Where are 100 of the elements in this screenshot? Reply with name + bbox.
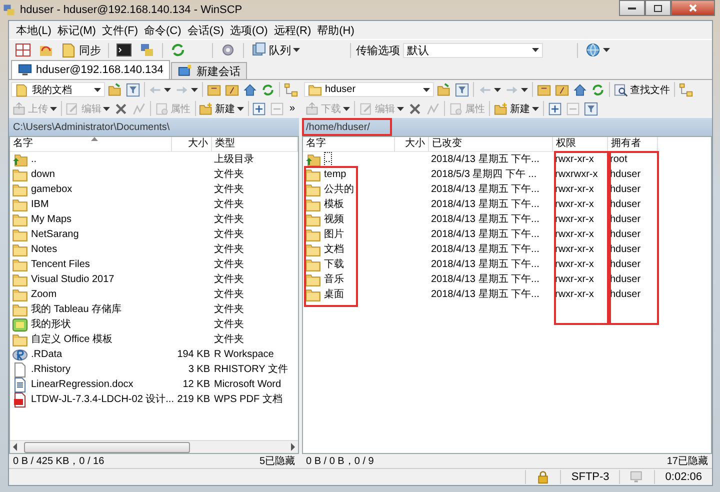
session-tab[interactable]: hduser@192.168.140.134 <box>11 60 170 79</box>
caret-icon <box>397 106 404 110</box>
menu-item[interactable]: 标记(M) <box>54 22 99 38</box>
file-name[interactable]: 桌面 <box>324 287 344 302</box>
select-icon <box>252 102 266 116</box>
maximize-button[interactable] <box>645 0 671 16</box>
sync-button[interactable]: 同步 <box>59 41 103 59</box>
filter-button[interactable] <box>124 82 141 98</box>
file-name[interactable]: NetSarang <box>31 227 79 242</box>
tree-button[interactable] <box>283 82 299 98</box>
home-button[interactable] <box>242 82 258 98</box>
permissions: rwxr-xr-x <box>554 183 595 197</box>
caret-icon <box>521 88 528 92</box>
column-header[interactable]: 大小 <box>395 137 429 152</box>
find-files-button[interactable]: 查找文件 <box>613 82 671 98</box>
session-tab[interactable]: 新建会话 <box>171 62 248 79</box>
select-button[interactable] <box>547 100 563 116</box>
action-button[interactable]: 新建 <box>198 100 246 116</box>
menu-item[interactable]: 文件(F) <box>98 22 141 38</box>
file-name[interactable]: 图片 <box>324 227 344 242</box>
permissions: rwxr-xr-x <box>554 243 595 257</box>
folder-icon <box>305 256 321 272</box>
location-dropdown[interactable]: hduser <box>304 82 434 97</box>
monitor-icon <box>18 63 32 77</box>
file-name[interactable]: temp <box>324 167 346 182</box>
file-name[interactable]: LTDW-JL-7.3.4-LDCH-02 设计... <box>31 392 174 407</box>
file-name[interactable]: LinearRegression.docx <box>31 377 134 392</box>
file-name[interactable]: Tencent Files <box>31 257 90 272</box>
hidden-count: 5已隐藏 <box>259 454 295 468</box>
menu-item[interactable]: 选项(O) <box>226 22 271 38</box>
horizontal-scrollbar[interactable] <box>10 440 298 453</box>
folder-icon <box>12 182 28 198</box>
parent-folder-icon <box>12 152 28 168</box>
monitor-icon <box>630 470 644 484</box>
close-button[interactable] <box>671 0 715 16</box>
file-name[interactable]: 文档 <box>324 242 344 257</box>
column-header[interactable]: 名字 <box>10 137 172 152</box>
file-name[interactable]: .. <box>324 152 332 167</box>
file-size: 219 KB <box>176 393 211 407</box>
queue-button[interactable]: 队列 <box>249 41 302 59</box>
maximize-icon <box>653 4 663 12</box>
file-name[interactable]: .. <box>31 152 37 167</box>
folder-icon <box>12 302 28 318</box>
open-folder-button[interactable] <box>106 82 123 98</box>
file-name[interactable]: gamebox <box>31 182 72 197</box>
file-name[interactable]: 我的 Tableau 存储库 <box>31 302 122 317</box>
file-name[interactable]: My Maps <box>31 212 72 227</box>
pdf-icon <box>12 392 28 408</box>
permissions: rwxr-xr-x <box>554 213 595 227</box>
menu-item[interactable]: 命令(C) <box>141 22 184 38</box>
home-button[interactable] <box>572 82 588 98</box>
tree-button[interactable] <box>678 82 694 98</box>
file-name[interactable]: IBM <box>31 197 49 212</box>
file-name[interactable]: .Rhistory <box>31 362 70 377</box>
select-button[interactable] <box>251 100 268 116</box>
caret-icon <box>164 88 172 92</box>
filter-button[interactable] <box>583 100 599 116</box>
transfer-settings-dropdown[interactable]: 默认 <box>403 42 543 58</box>
file-name[interactable]: .RData <box>31 347 62 362</box>
file-name[interactable]: 模板 <box>324 197 344 212</box>
file-name[interactable]: 视频 <box>324 212 344 227</box>
tree-icon <box>284 82 298 96</box>
menu-item[interactable]: 会话(S) <box>184 22 227 38</box>
parent-folder-icon <box>305 152 321 168</box>
open-folder-button[interactable] <box>436 82 452 98</box>
globe-icon <box>585 42 601 58</box>
refresh-button[interactable] <box>260 82 276 98</box>
file-name[interactable]: 我的形状 <box>31 317 71 332</box>
file-name[interactable]: Visual Studio 2017 <box>31 272 114 287</box>
column-header[interactable]: 拥有者 <box>608 137 658 152</box>
menu-item[interactable]: 本地(L) <box>13 22 54 38</box>
file-name[interactable]: 自定义 Office 模板 <box>31 332 112 347</box>
file-name[interactable]: Zoom <box>31 287 57 302</box>
column-header[interactable]: 权限 <box>553 137 608 152</box>
file-name[interactable]: 下载 <box>324 257 344 272</box>
hidden-count: 17已隐藏 <box>666 454 708 468</box>
compare-button[interactable] <box>13 41 33 59</box>
filter-button[interactable] <box>454 82 470 98</box>
column-header[interactable]: 类型 <box>212 137 298 152</box>
column-header[interactable]: 大小 <box>172 137 212 152</box>
file-name[interactable]: down <box>31 167 55 182</box>
file-size: 12 KB <box>182 378 211 392</box>
column-header[interactable]: 已改变 <box>429 137 553 152</box>
new-folder-icon <box>199 102 214 116</box>
file-name[interactable]: Notes <box>31 242 58 257</box>
menu-item[interactable]: 帮助(H) <box>314 22 358 38</box>
menu-item[interactable]: 远程(R) <box>270 22 314 38</box>
path-text[interactable]: /home/hduser/ <box>305 122 371 132</box>
more-tools-button[interactable]: » <box>287 102 299 116</box>
column-header[interactable]: 名字 <box>303 137 395 152</box>
scroll-thumb[interactable] <box>24 442 190 452</box>
path-text[interactable]: C:\Users\Administrator\Documents\ <box>12 122 171 132</box>
terminal-button[interactable] <box>114 41 134 59</box>
file-name[interactable]: 音乐 <box>324 272 344 287</box>
action-button[interactable]: 新建 <box>493 100 540 116</box>
new-session-icon <box>178 64 192 78</box>
location-dropdown[interactable]: 我的文档 <box>11 82 105 97</box>
minimize-button[interactable] <box>619 0 645 16</box>
refresh-button[interactable] <box>590 82 606 98</box>
file-name[interactable]: 公共的 <box>324 182 354 197</box>
